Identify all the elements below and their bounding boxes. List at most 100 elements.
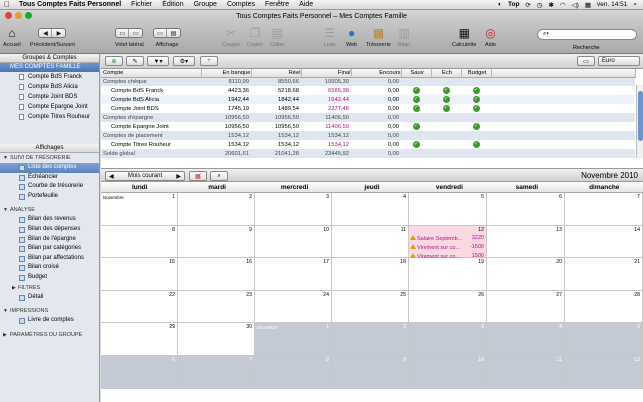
sidebar-account[interactable]: Compte BdS Franck (0, 72, 99, 82)
next-period-icon[interactable]: ▶ (176, 173, 181, 180)
calendar-day-cell[interactable]: 12 Salaire Septemb... 3220 Virement sur co.… (409, 226, 487, 260)
section-filtres[interactable]: ▶ FILTRES (0, 283, 99, 293)
status-cell[interactable] (461, 77, 491, 86)
section-analyse[interactable]: ▼ ANALYSE (0, 205, 99, 215)
disclosure-closed-icon[interactable]: ▶ (12, 283, 16, 293)
table-scrollbar[interactable] (636, 85, 643, 158)
column-header[interactable]: Final (301, 69, 352, 78)
sidebar-left-icon[interactable]: ▭ (116, 29, 130, 37)
section-tresorerie[interactable]: ▼ SUIVI DE TRÉSORERIE (0, 153, 99, 163)
calendar-day-cell[interactable]: 1 Décembre (255, 323, 332, 356)
accueil-button[interactable]: ⌂ Accueil (3, 24, 21, 48)
affichages-header[interactable]: Affichages (0, 144, 99, 153)
status-cell[interactable]: ✓ (401, 140, 431, 149)
sidebar-item-bilan-categories[interactable]: Bilan par catégories (0, 244, 99, 254)
calendar-day-cell[interactable]: 7 (178, 356, 255, 389)
status-cell[interactable] (401, 149, 431, 158)
calendar-day-cell[interactable]: 3 (255, 193, 332, 226)
status-cell[interactable]: ✓ (401, 86, 431, 95)
sidebar-item-bilan-epargne[interactable]: Bilan de l'épargne (0, 235, 99, 245)
sidebar-item-courbe[interactable]: Courbe de trésorerie (0, 182, 99, 192)
calendar-day-cell[interactable]: 26 (409, 291, 487, 323)
menu-app-name[interactable]: Tous Comptes Faits Personnel (14, 1, 126, 8)
calendar-event[interactable]: Virement sur co... -1500 (410, 244, 484, 252)
calendar-day-cell[interactable]: 6 (487, 193, 565, 226)
aide-button[interactable]: ◎ Aide (485, 24, 496, 48)
menu-edition[interactable]: Édition (157, 1, 188, 8)
calendar-day-cell[interactable]: 2 (178, 193, 255, 226)
column-header[interactable]: Sauv (401, 69, 432, 78)
search-input[interactable]: ⌕▾ (537, 29, 637, 40)
column-header[interactable]: En banque (201, 69, 252, 78)
couper-button[interactable]: ✂ Couper (222, 24, 240, 48)
calendar-day-cell[interactable]: 1 Novembre (101, 193, 178, 226)
status-cell[interactable] (431, 77, 461, 86)
calendar-day-cell[interactable]: 9 (332, 356, 409, 389)
calendar-day-cell[interactable]: 16 (178, 258, 255, 291)
period-selector[interactable]: ◀ Mois courant ▶ (105, 171, 185, 181)
currency-select[interactable]: Euro (598, 56, 640, 66)
column-header[interactable]: Ech (431, 69, 462, 78)
account-row[interactable]: Compte Joint BDS 1745,19 1489,54 2277,48 0,0… (101, 104, 635, 113)
sidebar-account[interactable]: Compte Epargne Joint (0, 102, 99, 112)
calendar-day-cell[interactable]: 15 (101, 258, 178, 291)
calendar-day-cell[interactable]: 8 (101, 226, 178, 258)
coller-button[interactable]: ▤ Coller (270, 24, 284, 48)
column-header[interactable]: Réel (251, 69, 302, 78)
status-cell[interactable]: ✓ (401, 122, 431, 131)
menu-aide[interactable]: Aide (294, 1, 318, 8)
status-cell[interactable]: ✓ (431, 95, 461, 104)
calendar-day-cell[interactable]: 17 (255, 258, 332, 291)
account-group-row[interactable]: Comptes de placement 1534,12 1534,12 1534,1… (101, 131, 635, 140)
sidebar-item-echeancier[interactable]: Echéancier (0, 173, 99, 183)
calendar-day-cell[interactable]: 11 (332, 226, 409, 258)
calendar-day-cell[interactable]: 12 (565, 356, 643, 389)
liste-button[interactable]: ☰ Liste (324, 24, 336, 48)
status-cell[interactable]: ✓ (461, 95, 491, 104)
calendar-day-cell[interactable]: 9 (178, 226, 255, 258)
disclosure-open-icon[interactable]: ▼ (3, 153, 8, 163)
edit-account-button[interactable]: ✎ (126, 56, 144, 66)
groups-accounts-header[interactable]: Groupes & Comptes (0, 54, 99, 63)
volume-icon[interactable]: ◁) (572, 1, 579, 9)
sidebar-account[interactable]: Compte Titres Rouheur (0, 112, 99, 122)
account-group-row[interactable]: Solde global 20601,61 21041,28 23445,92 0,00 (101, 149, 635, 158)
status-cell[interactable] (461, 113, 491, 122)
calculette-button[interactable]: ▦ Calculette (452, 24, 476, 48)
sidebar-item-portefeuille[interactable]: Portefeuille (0, 192, 99, 202)
action-menu-button[interactable]: ⚙▾ (173, 56, 195, 66)
calendar-day-cell[interactable]: 20 (487, 258, 565, 291)
minimize-window-button[interactable] (15, 12, 22, 19)
status-cell[interactable]: ✓ (431, 104, 461, 113)
calendar-day-cell[interactable]: 10 (255, 226, 332, 258)
status-cell[interactable]: ✓ (401, 95, 431, 104)
zoom-button[interactable]: ⌕ (210, 171, 228, 181)
status-cell[interactable] (431, 131, 461, 140)
top-label[interactable]: Top (508, 1, 519, 8)
forward-arrow-icon[interactable]: ▶ (52, 29, 65, 37)
clock-icon[interactable]: ◷ (537, 1, 543, 9)
menu-groupe[interactable]: Groupe (189, 1, 222, 8)
calendar-day-cell[interactable]: 21 (565, 258, 643, 291)
calendar-day-cell[interactable]: 6 (101, 356, 178, 389)
calendar-day-cell[interactable]: 19 (409, 258, 487, 291)
sidebar-right-icon[interactable]: ▭ (129, 29, 142, 37)
section-impressions[interactable]: ▼ IMPRESSIONS (0, 306, 99, 316)
calendar-day-cell[interactable]: 3 (409, 323, 487, 356)
add-account-button[interactable]: ⊕ (105, 56, 123, 66)
sidebar-item-bilan-depenses[interactable]: Bilan des dépenses (0, 225, 99, 235)
sidebar-group[interactable]: MES COMPTES FAMILLE (0, 63, 99, 72)
status-cell[interactable]: ✓ (461, 104, 491, 113)
back-arrow-icon[interactable]: ◀ (39, 29, 53, 37)
calendar-day-cell[interactable]: 13 (487, 226, 565, 258)
calendar-day-cell[interactable]: 5 (409, 193, 487, 226)
apple-menu-icon[interactable]:  (0, 0, 14, 9)
account-row[interactable]: Compte BdS Franck 4423,36 5218,68 6585,38 0,… (101, 86, 635, 95)
sidebar-account[interactable]: Compte Joint BDS (0, 92, 99, 102)
disclosure-closed-icon[interactable]: ▶ (3, 330, 7, 340)
status-cell[interactable]: ✓ (431, 86, 461, 95)
status-cell[interactable] (461, 149, 491, 158)
disclosure-open-icon[interactable]: ▼ (3, 306, 8, 316)
tresorerie-button[interactable]: ▦ Trésorerie (366, 24, 391, 48)
calendar-day-cell[interactable]: 4 (332, 193, 409, 226)
